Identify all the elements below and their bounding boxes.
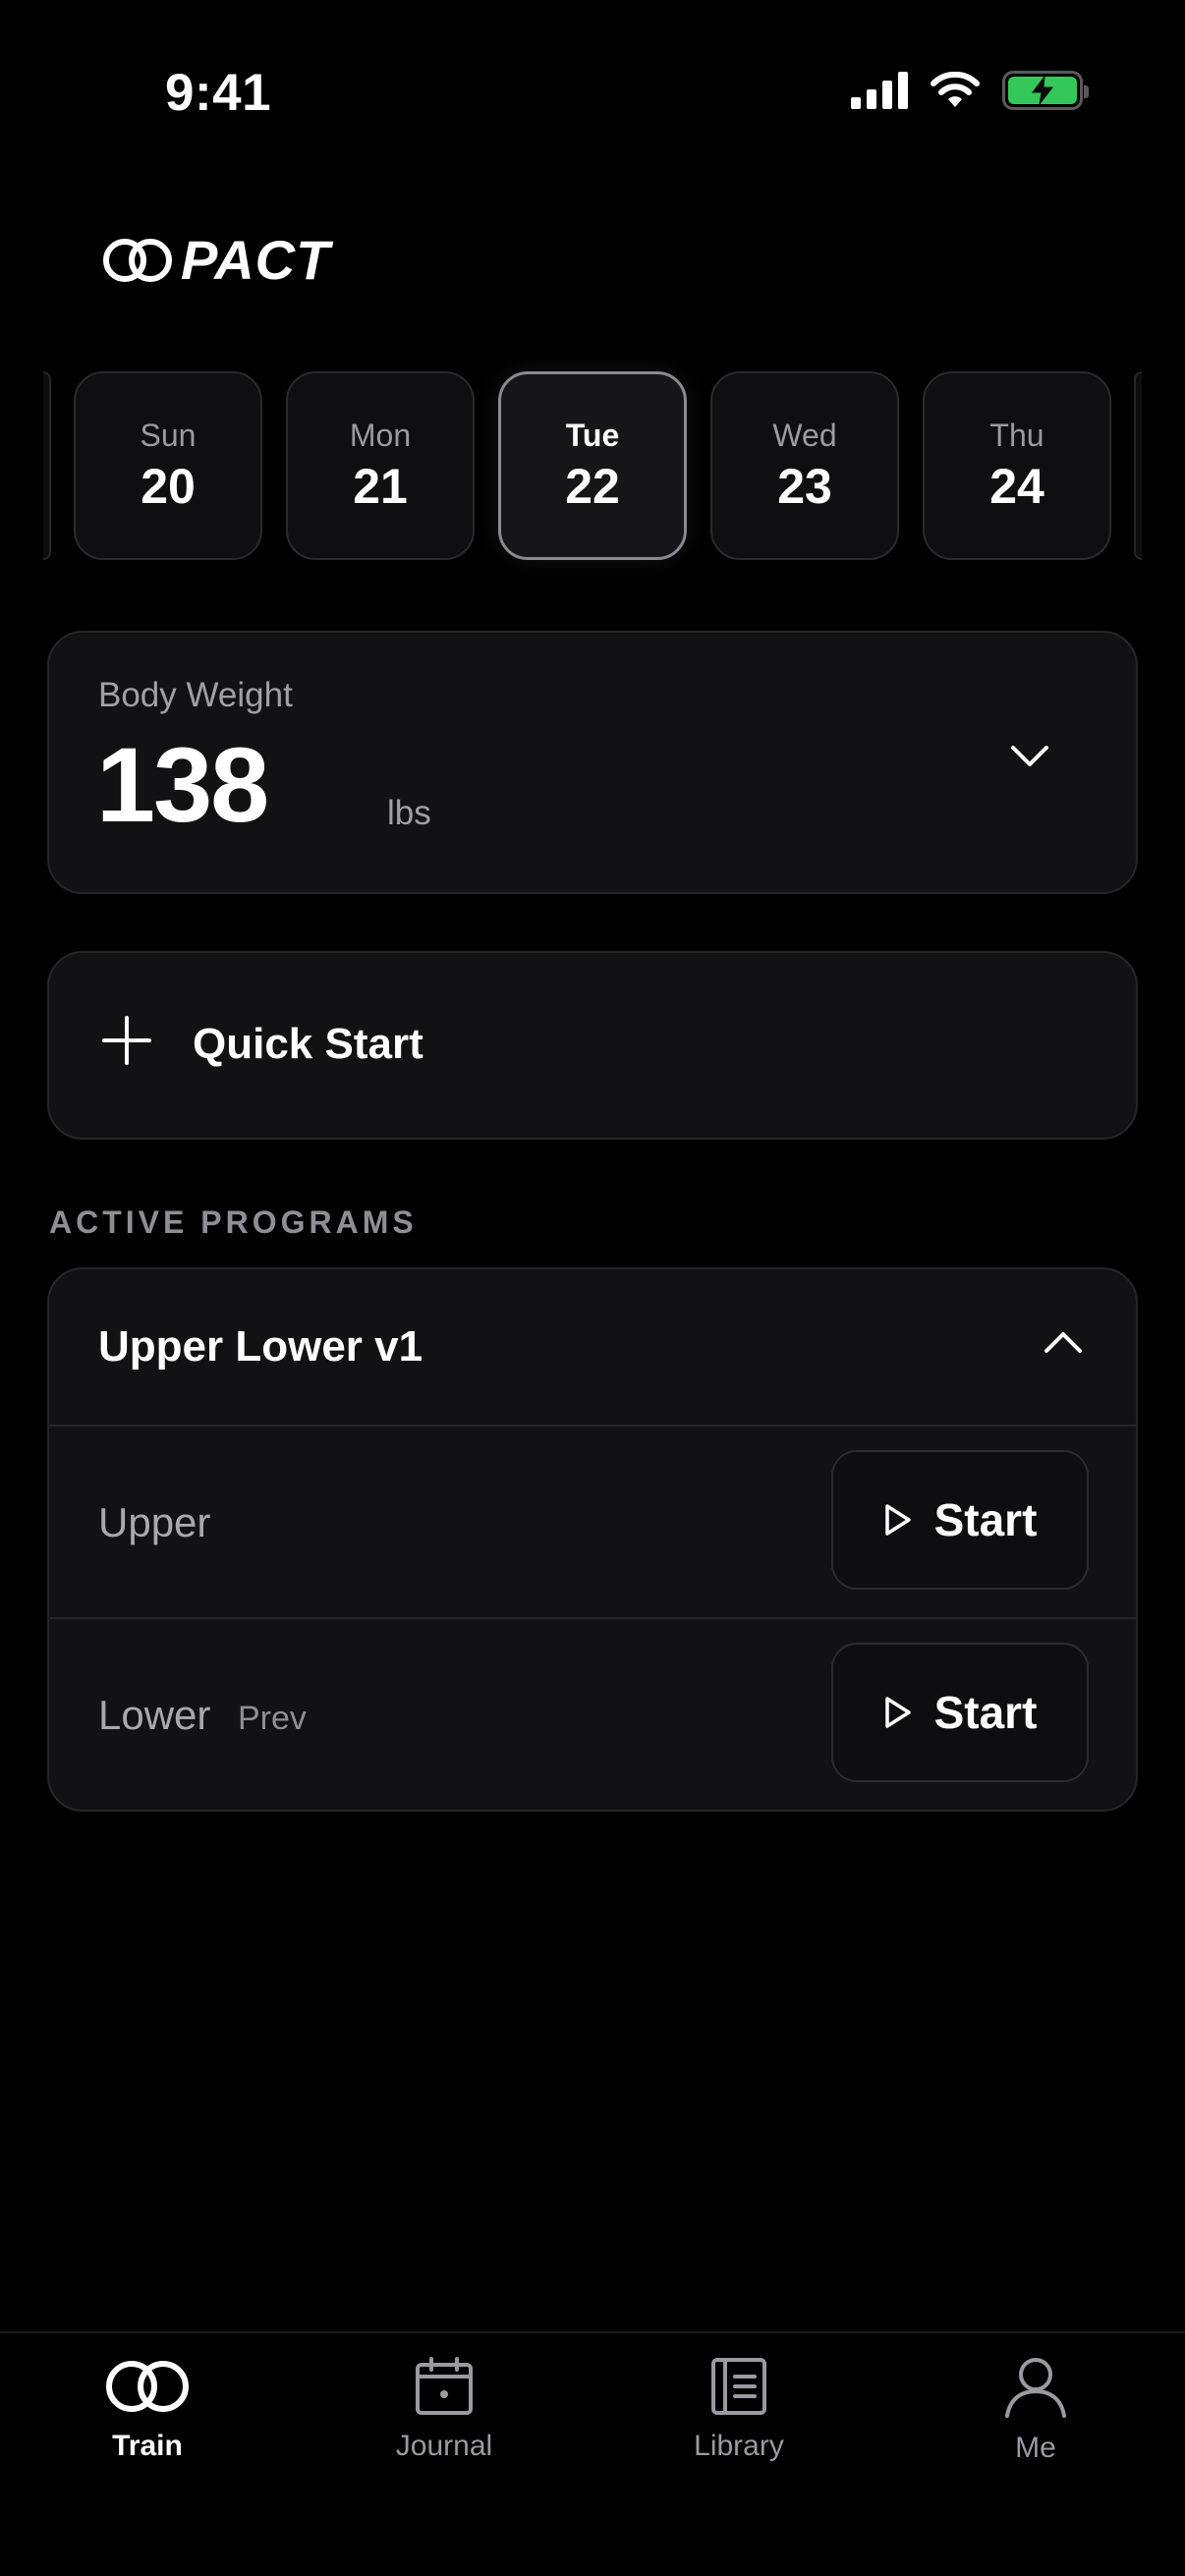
- start-upper-button[interactable]: Start: [831, 1450, 1089, 1590]
- tab-label: Journal: [395, 2430, 493, 2462]
- day-name: Tue: [565, 417, 620, 453]
- rings-icon: [106, 2361, 189, 2412]
- app-logo: PACT: [102, 228, 330, 292]
- chevron-up-icon[interactable]: [1044, 1330, 1083, 1354]
- day-wed[interactable]: Wed 23: [710, 371, 899, 560]
- play-icon: [884, 1697, 911, 1728]
- tab-label: Train: [112, 2430, 183, 2462]
- day-name: Sun: [140, 417, 197, 453]
- plus-icon: [102, 1016, 151, 1065]
- cellular-signal-icon: [851, 72, 908, 109]
- tab-journal[interactable]: Journal: [346, 2357, 542, 2463]
- rings-logo-icon: [103, 238, 172, 282]
- tab-me[interactable]: Me: [937, 2357, 1134, 2465]
- start-lower-button[interactable]: Start: [831, 1643, 1089, 1782]
- day-number: 24: [989, 458, 1044, 514]
- day-sun[interactable]: Sun 20: [74, 371, 262, 560]
- quick-start-button[interactable]: Quick Start: [47, 951, 1138, 1140]
- status-icons: [851, 71, 1089, 110]
- program-card: Upper Lower v1 Upper Start Lower Prev St…: [47, 1267, 1138, 1812]
- program-title: Upper Lower v1: [98, 1322, 423, 1371]
- book-icon: [711, 2358, 766, 2415]
- body-weight-unit: lbs: [387, 794, 431, 832]
- charging-bolt-icon: [1032, 76, 1054, 105]
- workout-prev-tag: Prev: [238, 1700, 307, 1737]
- workout-row-upper: Upper Start: [49, 1427, 1136, 1619]
- tab-library[interactable]: Library: [641, 2357, 837, 2463]
- workout-label: Upper: [98, 1499, 211, 1545]
- app-screen: 9:41 PACT Sun 20 Mon 21 Tue 22 Wed 23 Th…: [0, 0, 1185, 2576]
- tab-label: Me: [1015, 2432, 1056, 2464]
- active-programs-heading: ACTIVE PROGRAMS: [49, 1204, 418, 1240]
- day-number: 21: [353, 458, 408, 514]
- home-indicator: [418, 2539, 767, 2550]
- date-edge-right: [1134, 371, 1142, 560]
- day-mon[interactable]: Mon 21: [286, 371, 475, 560]
- chevron-down-icon[interactable]: [1010, 745, 1049, 768]
- date-edge-left: [43, 371, 51, 560]
- battery-icon: [1002, 71, 1089, 110]
- start-label: Start: [933, 1494, 1038, 1545]
- status-time: 9:41: [165, 64, 272, 122]
- day-number: 22: [565, 458, 620, 514]
- workout-label: Lower: [98, 1692, 211, 1738]
- day-thu[interactable]: Thu 24: [923, 371, 1111, 560]
- date-strip[interactable]: Sun 20 Mon 21 Tue 22 Wed 23 Thu 24: [0, 371, 1185, 560]
- day-name: Mon: [349, 417, 412, 453]
- play-icon: [884, 1504, 911, 1536]
- body-weight-label: Body Weight: [98, 676, 293, 714]
- start-label: Start: [933, 1687, 1038, 1738]
- body-weight-value: 138: [96, 725, 269, 844]
- tab-bar: Train Journal Library Me: [0, 2331, 1185, 2576]
- logo-text: PACT: [181, 229, 331, 291]
- day-name: Thu: [989, 417, 1044, 453]
- calendar-icon: [416, 2357, 473, 2415]
- day-number: 20: [141, 458, 196, 514]
- workout-row-lower: Lower Prev Start: [49, 1619, 1136, 1810]
- tab-label: Library: [694, 2430, 784, 2462]
- day-name: Wed: [772, 417, 837, 453]
- program-header[interactable]: Upper Lower v1: [49, 1269, 1136, 1427]
- body-weight-card[interactable]: Body Weight 138 lbs: [47, 631, 1138, 894]
- person-icon: [1005, 2358, 1066, 2418]
- day-tue-selected[interactable]: Tue 22: [498, 371, 687, 560]
- day-number: 23: [777, 458, 832, 514]
- wifi-icon: [931, 72, 980, 107]
- tab-train[interactable]: Train: [49, 2357, 246, 2463]
- quick-start-label: Quick Start: [193, 1020, 423, 1068]
